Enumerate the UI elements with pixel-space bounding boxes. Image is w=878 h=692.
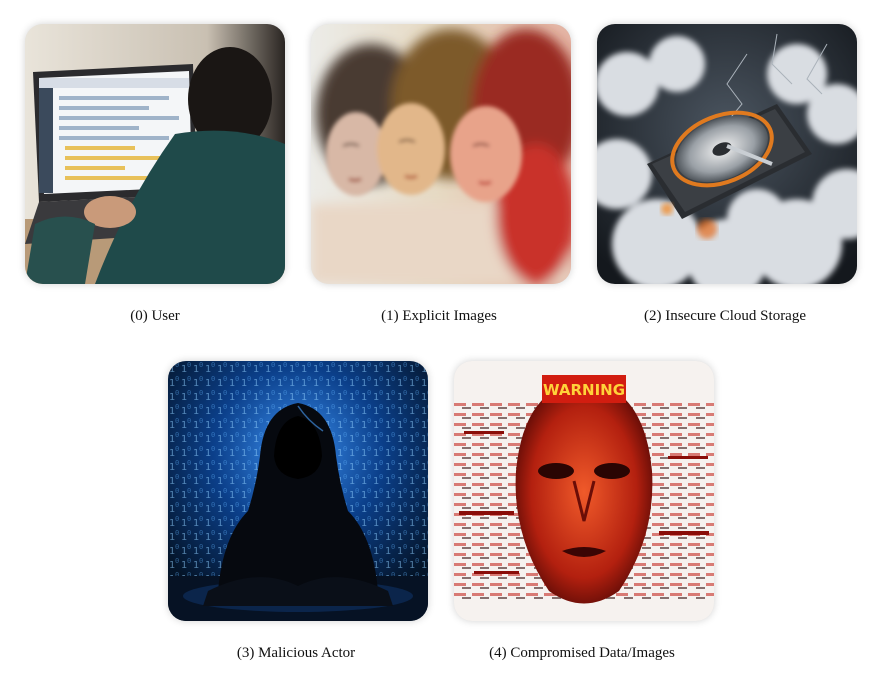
user-at-laptop-image — [25, 24, 285, 284]
hard-drive-in-clouds-image — [597, 24, 857, 284]
hooded-hacker-image: 1 0 — [168, 361, 428, 621]
blurred-faces-image — [311, 24, 571, 284]
caption-explicit-images: (1) Explicit Images — [381, 308, 497, 324]
caption-malicious-actor: (3) Malicious Actor — [236, 645, 356, 661]
warning-sign-text: WARNING — [543, 381, 625, 399]
caption-compromised-data-images: (4) Compromised Data/Images — [489, 645, 675, 661]
malicious-actor-panel: 1 0 — [168, 361, 428, 621]
user-panel — [25, 24, 285, 284]
glitched-face-warning-image: WARNING — [454, 361, 714, 621]
caption-user: (0) User — [130, 308, 180, 324]
compromised-data-panel: WARNING — [454, 361, 714, 621]
explicit-images-panel — [311, 24, 571, 284]
caption-insecure-cloud-storage: (2) Insecure Cloud Storage — [643, 308, 807, 324]
insecure-cloud-storage-panel — [597, 24, 857, 284]
